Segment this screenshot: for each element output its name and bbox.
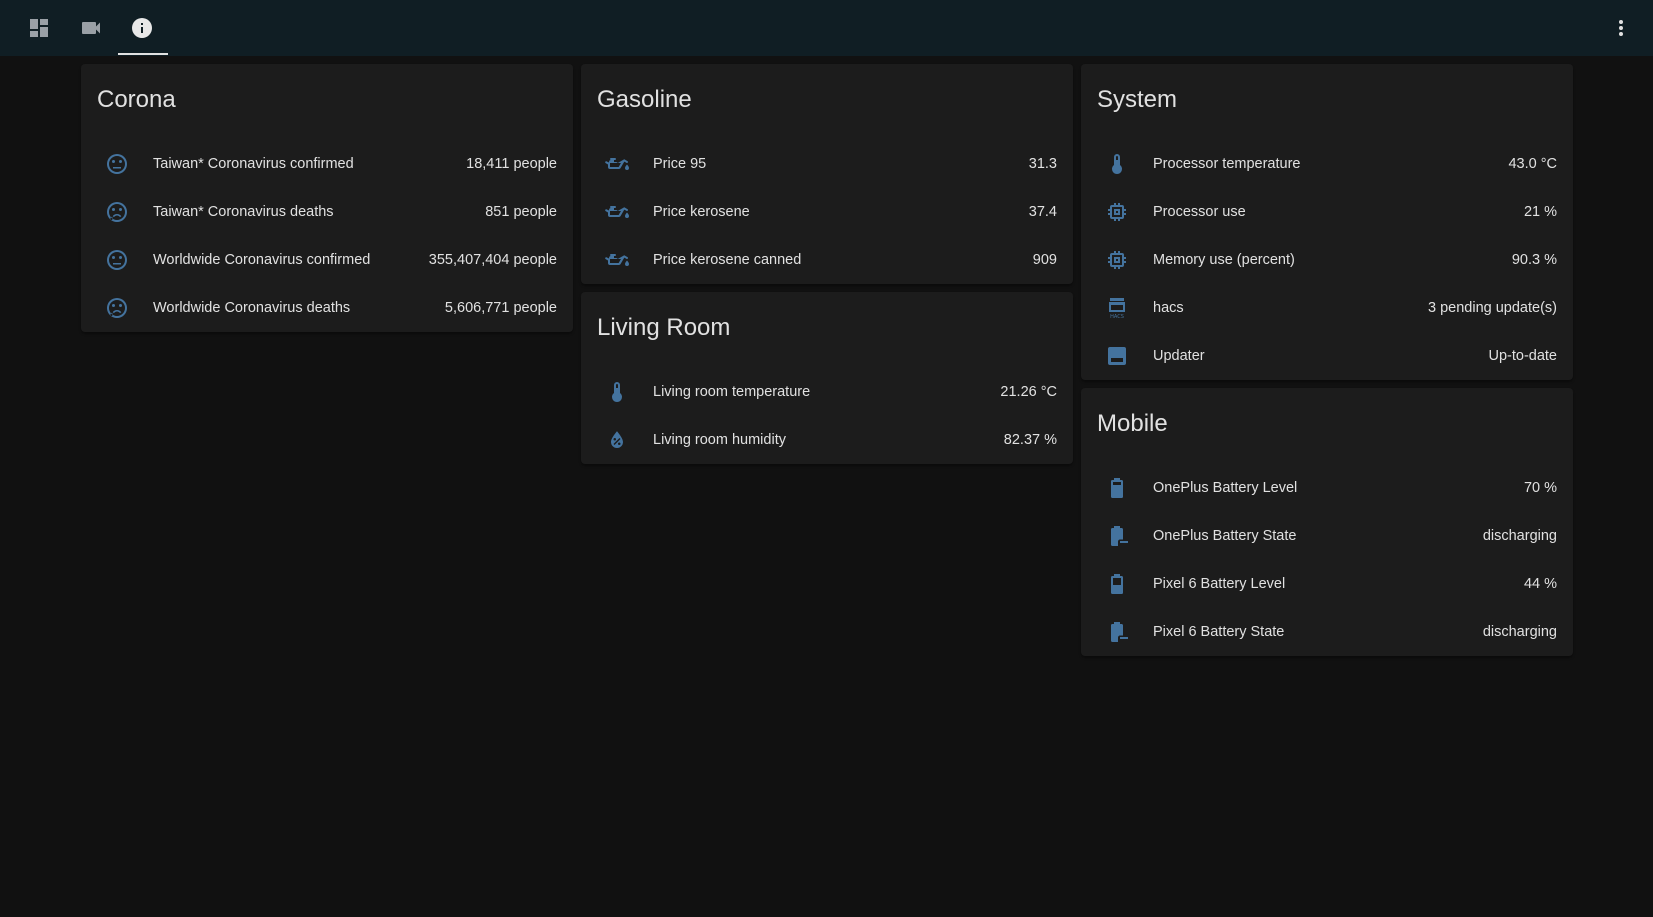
entity-name: Price kerosene xyxy=(653,204,750,220)
entity-name: Living room humidity xyxy=(653,432,786,448)
package-icon xyxy=(1097,336,1137,376)
entity-row[interactable]: Updater Up-to-date xyxy=(1081,332,1573,380)
entity-row[interactable]: Pixel 6 Battery Level 44 % xyxy=(1081,560,1573,608)
entity-name: Memory use (percent) xyxy=(1153,252,1295,268)
svg-text:HACS: HACS xyxy=(1110,314,1124,320)
card-title: Corona xyxy=(97,86,176,113)
battery-icon xyxy=(1097,564,1137,604)
cctv-icon xyxy=(79,16,103,40)
entity-name: Taiwan* Coronavirus deaths xyxy=(153,204,334,220)
entity-name: Price kerosene canned xyxy=(653,252,802,268)
card-corona: Corona Taiwan* Coronavirus confirmed 18,… xyxy=(81,64,573,332)
thermometer-icon xyxy=(1097,144,1137,184)
entity-value: 3 pending update(s) xyxy=(1428,300,1557,316)
entity-name: Price 95 xyxy=(653,156,707,172)
emoticon-cry-icon xyxy=(97,288,137,328)
entity-value: 70 % xyxy=(1523,480,1557,496)
entity-row[interactable]: Taiwan* Coronavirus deaths 851 people xyxy=(81,188,573,236)
tab-info[interactable] xyxy=(116,0,168,56)
entity-name: Pixel 6 Battery State xyxy=(1153,624,1285,640)
entity-row[interactable]: Price kerosene canned 909 xyxy=(581,236,1073,284)
entity-row[interactable]: Living room temperature 21.26 °C xyxy=(581,368,1073,416)
card-title: Mobile xyxy=(1097,410,1168,437)
entity-row[interactable]: Pixel 6 Battery State discharging xyxy=(1081,608,1573,656)
entity-value: 909 xyxy=(1032,252,1057,268)
overflow-menu-button[interactable] xyxy=(1605,12,1637,44)
cpu-icon xyxy=(1097,192,1137,232)
entity-name: OnePlus Battery Level xyxy=(1153,480,1298,496)
tab-overview[interactable] xyxy=(13,0,65,56)
emoticon-cry-icon xyxy=(97,192,137,232)
entity-row[interactable]: Memory use (percent) 90.3 % xyxy=(1081,236,1573,284)
entity-value: 43.0 °C xyxy=(1508,156,1557,172)
card-title: Gasoline xyxy=(597,86,692,113)
card-system: System Processor temperature 43.0 °C Pro… xyxy=(1081,64,1573,380)
entity-row[interactable]: OnePlus Battery State discharging xyxy=(1081,512,1573,560)
entity-name: Living room temperature xyxy=(653,384,811,400)
entity-row[interactable]: Price 95 31.3 xyxy=(581,140,1073,188)
entity-value: 21 % xyxy=(1523,204,1557,220)
entity-name: Worldwide Coronavirus deaths xyxy=(153,300,351,316)
entity-value: discharging xyxy=(1482,528,1557,544)
dashboard-icon xyxy=(27,16,51,40)
entity-value: Up-to-date xyxy=(1488,348,1557,364)
battery-minus-icon xyxy=(1097,516,1137,556)
entity-row[interactable]: HACS hacs 3 pending update(s) xyxy=(1081,284,1573,332)
memory-icon xyxy=(1097,240,1137,280)
entity-value: 18,411 people xyxy=(466,156,557,172)
entity-value: 82.37 % xyxy=(1003,432,1057,448)
tab-cameras[interactable] xyxy=(65,0,117,56)
hacs-icon: HACS xyxy=(1097,288,1137,328)
entity-name: Updater xyxy=(1153,348,1205,364)
entity-value: 44 % xyxy=(1523,576,1557,592)
card-gasoline: Gasoline Price 95 31.3 Price kerosene 37… xyxy=(581,64,1073,284)
entity-row[interactable]: Worldwide Coronavirus confirmed 355,407,… xyxy=(81,236,573,284)
oil-icon xyxy=(597,192,637,232)
entity-value: 37.4 xyxy=(1028,204,1057,220)
top-toolbar xyxy=(0,0,1653,56)
info-icon xyxy=(130,16,154,40)
entity-value: 31.3 xyxy=(1028,156,1057,172)
entity-value: 355,407,404 people xyxy=(428,252,557,268)
entity-name: OnePlus Battery State xyxy=(1153,528,1297,544)
entity-row[interactable]: Taiwan* Coronavirus confirmed 18,411 peo… xyxy=(81,140,573,188)
entity-row[interactable]: Processor use 21 % xyxy=(1081,188,1573,236)
entity-value: discharging xyxy=(1482,624,1557,640)
card-mobile: Mobile OnePlus Battery Level 70 % OnePlu… xyxy=(1081,388,1573,656)
entity-value: 851 people xyxy=(485,204,557,220)
oil-icon xyxy=(597,144,637,184)
entity-name: Processor temperature xyxy=(1153,156,1301,172)
card-living-room: Living Room Living room temperature 21.2… xyxy=(581,292,1073,464)
card-title: System xyxy=(1097,86,1178,113)
entity-name: Pixel 6 Battery Level xyxy=(1153,576,1286,592)
emoticon-neutral-icon xyxy=(97,240,137,280)
entity-row[interactable]: OnePlus Battery Level 70 % xyxy=(1081,464,1573,512)
entity-name: Taiwan* Coronavirus confirmed xyxy=(153,156,354,172)
battery-minus-icon xyxy=(1097,612,1137,652)
card-title: Living Room xyxy=(597,314,731,341)
battery-icon xyxy=(1097,468,1137,508)
entity-name: Worldwide Coronavirus confirmed xyxy=(153,252,371,268)
thermometer-icon xyxy=(597,372,637,412)
emoticon-neutral-icon xyxy=(97,144,137,184)
oil-icon xyxy=(597,240,637,280)
entity-value: 21.26 °C xyxy=(1000,384,1057,400)
entity-name: Processor use xyxy=(1153,204,1246,220)
entity-row[interactable]: Price kerosene 37.4 xyxy=(581,188,1073,236)
entity-row[interactable]: Worldwide Coronavirus deaths 5,606,771 p… xyxy=(81,284,573,332)
water-percent-icon xyxy=(597,420,637,460)
entity-name: hacs xyxy=(1153,300,1184,316)
entity-row[interactable]: Processor temperature 43.0 °C xyxy=(1081,140,1573,188)
entity-value: 90.3 % xyxy=(1511,252,1557,268)
dots-vertical-icon xyxy=(1609,16,1633,40)
entity-row[interactable]: Living room humidity 82.37 % xyxy=(581,416,1073,464)
entity-value: 5,606,771 people xyxy=(444,300,557,316)
